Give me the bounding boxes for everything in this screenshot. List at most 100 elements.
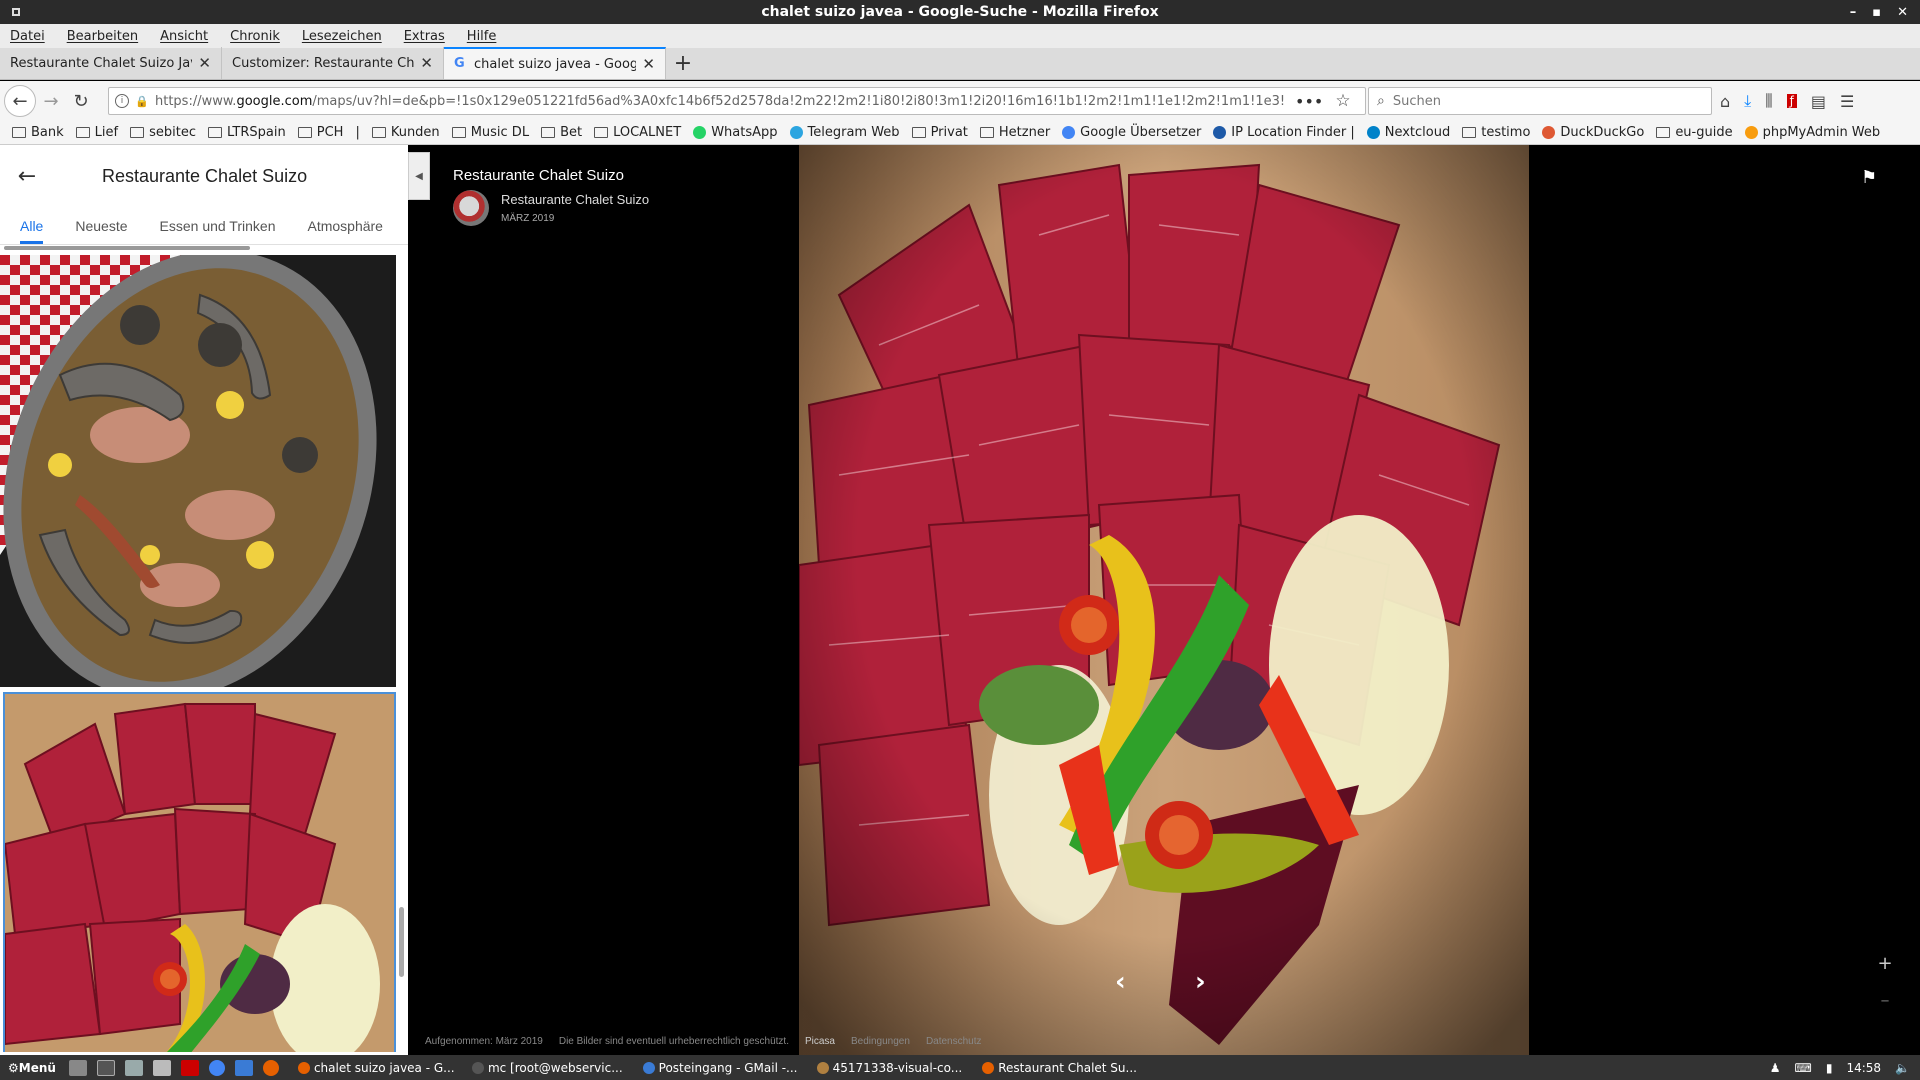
user-icon[interactable]: ♟: [1770, 1061, 1781, 1075]
maximize-icon[interactable]: ▪: [1872, 5, 1881, 20]
bookmark-item[interactable]: LOCALNET: [594, 125, 681, 140]
tab-essen-und-trinken[interactable]: Essen und Trinken: [160, 218, 276, 244]
bookmark-favicon-icon: [1062, 126, 1076, 139]
clock[interactable]: 14:58: [1846, 1061, 1881, 1075]
menu-hilfe[interactable]: Hilfe: [467, 29, 507, 44]
copyright-note: Die Bilder sind eventuell urheberrechtli…: [558, 1036, 789, 1047]
bookmark-item[interactable]: IP Location Finder |: [1213, 125, 1355, 140]
window-menu-icon[interactable]: [12, 8, 20, 16]
collapse-panel-button[interactable]: ◀: [408, 152, 430, 200]
files-icon[interactable]: [68, 1059, 87, 1076]
bookmark-item[interactable]: eu-guide: [1656, 125, 1733, 140]
hamburger-menu-icon[interactable]: ☰: [1840, 92, 1854, 111]
volume-icon[interactable]: 🔈: [1895, 1061, 1910, 1075]
tab-alle[interactable]: Alle: [20, 218, 44, 244]
close-tab-icon[interactable]: ✕: [420, 54, 433, 72]
menu-extras[interactable]: Extras: [404, 29, 455, 44]
tab-atmosphaere[interactable]: Atmosphäre: [307, 218, 382, 244]
menu-bearbeiten[interactable]: Bearbeiten: [67, 29, 148, 44]
page-actions-icon[interactable]: •••: [1295, 92, 1323, 111]
avatar[interactable]: [453, 190, 489, 226]
filezilla-icon[interactable]: [180, 1059, 199, 1076]
chrome-icon[interactable]: [208, 1059, 225, 1076]
forward-button[interactable]: →: [36, 86, 66, 116]
lock-icon[interactable]: 🔒: [135, 95, 149, 108]
bookmark-item[interactable]: testimo: [1462, 125, 1530, 140]
close-tab-icon[interactable]: ✕: [642, 55, 655, 73]
flag-icon[interactable]: ⚑: [1861, 167, 1877, 188]
bookmark-item[interactable]: LTRSpain: [207, 125, 286, 140]
menu-chronik[interactable]: Chronik: [230, 29, 290, 44]
url-bar[interactable]: i 🔒 https://www.google.com/maps/uv?hl=de…: [108, 87, 1366, 115]
browser-tab[interactable]: Customizer: Restaurante Chalet ✕: [222, 47, 444, 79]
previous-photo-icon[interactable]: ‹: [1115, 967, 1126, 997]
folder-icon[interactable]: [124, 1059, 143, 1076]
sidebar-icon[interactable]: ▤: [1811, 92, 1826, 111]
menu-ansicht[interactable]: Ansicht: [160, 29, 218, 44]
next-photo-icon[interactable]: ›: [1195, 967, 1206, 997]
photo-thumbnail-selected[interactable]: [3, 692, 396, 1052]
bookmark-item[interactable]: Kunden: [371, 125, 440, 140]
url-text: https://www.google.com/maps/uv?hl=de&pb=…: [155, 93, 1285, 109]
editor-icon[interactable]: [152, 1059, 171, 1076]
bookmark-item[interactable]: Google Übersetzer: [1062, 125, 1201, 140]
battery-icon[interactable]: ▮: [1826, 1061, 1833, 1075]
bookmark-item[interactable]: WhatsApp: [693, 125, 778, 140]
bookmark-item[interactable]: Bank: [12, 125, 64, 140]
bookmark-star-icon[interactable]: ☆: [1335, 91, 1350, 111]
thunderbird-icon[interactable]: [234, 1059, 253, 1076]
library-icon[interactable]: ⫼: [1765, 91, 1772, 111]
bookmark-item[interactable]: sebitec: [130, 125, 196, 140]
close-window-icon[interactable]: ✕: [1897, 5, 1908, 20]
bookmark-item[interactable]: Nextcloud: [1366, 125, 1450, 140]
search-icon: ⌕: [1377, 93, 1385, 109]
minimize-icon[interactable]: –: [1850, 5, 1857, 20]
bookmark-item[interactable]: Music DL: [451, 125, 529, 140]
home-icon[interactable]: ⌂: [1720, 92, 1730, 111]
photo-thumbnail[interactable]: [0, 255, 396, 687]
search-input[interactable]: ⌕ Suchen: [1368, 87, 1712, 115]
info-icon[interactable]: i: [115, 94, 129, 108]
bookmark-item[interactable]: Privat: [911, 125, 968, 140]
zoom-out-icon[interactable]: –: [1881, 990, 1890, 1011]
flash-icon[interactable]: ƒ: [1786, 94, 1797, 108]
taskbar-window-button[interactable]: Restaurant Chalet Su...: [974, 1061, 1144, 1075]
back-button[interactable]: ←: [4, 85, 36, 117]
bookmark-item[interactable]: DuckDuckGo: [1542, 125, 1644, 140]
browser-tab-active[interactable]: G chalet suizo javea - Google- ✕: [444, 47, 666, 79]
folder-icon: [207, 127, 222, 138]
firefox-icon[interactable]: [262, 1059, 279, 1076]
close-tab-icon[interactable]: ✕: [198, 54, 211, 72]
tab-label: Restaurante Chalet Suizo Javea: [10, 55, 192, 71]
horizontal-scrollbar[interactable]: [0, 245, 408, 251]
bookmark-label: |: [355, 125, 360, 140]
bookmark-item[interactable]: Lief: [75, 125, 118, 140]
taskbar-window-button[interactable]: Posteingang - GMail -...: [635, 1061, 805, 1075]
start-menu-button[interactable]: ⚙ Menü: [0, 1061, 64, 1075]
taskbar-window-button[interactable]: 45171338-visual-co...: [809, 1061, 971, 1075]
taskbar-window-button[interactable]: chalet suizo javea - G...: [290, 1061, 460, 1075]
vertical-scrollbar[interactable]: [399, 907, 404, 977]
browser-tab[interactable]: Restaurante Chalet Suizo Javea ✕: [0, 47, 222, 79]
folder-icon: [297, 127, 312, 138]
photo-author[interactable]: Restaurante Chalet Suizo: [501, 192, 649, 207]
menu-datei[interactable]: Datei: [10, 29, 55, 44]
privacy-link[interactable]: Datenschutz: [926, 1036, 982, 1047]
terminal-icon[interactable]: [96, 1059, 115, 1076]
terms-link[interactable]: Bedingungen: [851, 1036, 910, 1047]
tab-neueste[interactable]: Neueste: [75, 218, 127, 244]
bookmark-label: Bet: [560, 125, 583, 140]
taskbar-window-button[interactable]: mc [root@webservic...: [464, 1061, 631, 1075]
bookmark-item[interactable]: Telegram Web: [789, 125, 900, 140]
zoom-in-icon[interactable]: +: [1877, 953, 1892, 974]
network-icon[interactable]: ⌨: [1795, 1061, 1812, 1075]
bookmark-item[interactable]: Hetzner: [979, 125, 1050, 140]
new-tab-button[interactable]: +: [666, 47, 700, 79]
menu-lesezeichen[interactable]: Lesezeichen: [302, 29, 392, 44]
download-icon[interactable]: ⤓: [1744, 91, 1751, 111]
reload-button[interactable]: ↻: [66, 86, 96, 116]
bookmark-item[interactable]: Bet: [541, 125, 582, 140]
bookmark-item[interactable]: PCH: [297, 125, 343, 140]
bookmark-item[interactable]: phpMyAdmin Web: [1744, 125, 1880, 140]
back-arrow-icon[interactable]: ←: [0, 164, 54, 189]
